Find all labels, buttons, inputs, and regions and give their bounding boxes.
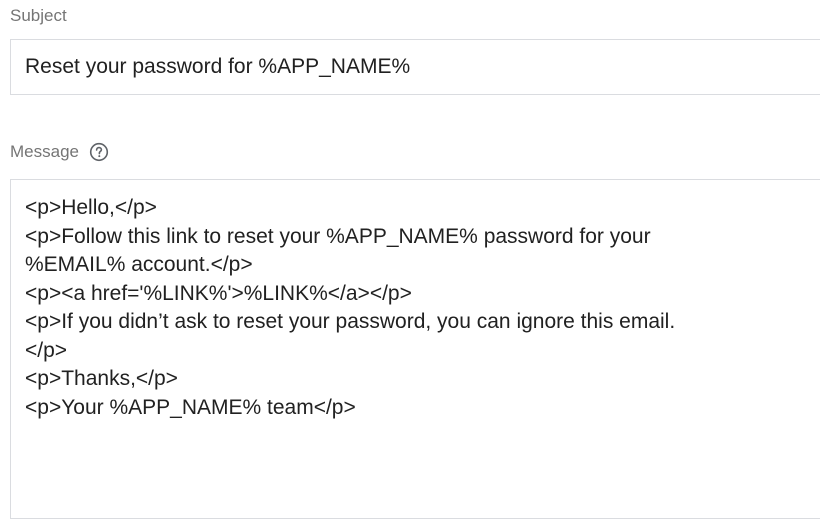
subject-label: Subject [10, 6, 67, 26]
message-label: Message [10, 142, 109, 162]
subject-input-value: Reset your password for %APP_NAME% [25, 55, 411, 78]
message-label-text: Message [10, 142, 79, 161]
subject-label-text: Subject [10, 6, 67, 25]
question-circle-icon[interactable] [89, 142, 109, 162]
message-textarea[interactable]: <p>Hello,</p> <p>Follow this link to res… [10, 179, 820, 519]
subject-input[interactable]: Reset your password for %APP_NAME% [10, 39, 820, 95]
